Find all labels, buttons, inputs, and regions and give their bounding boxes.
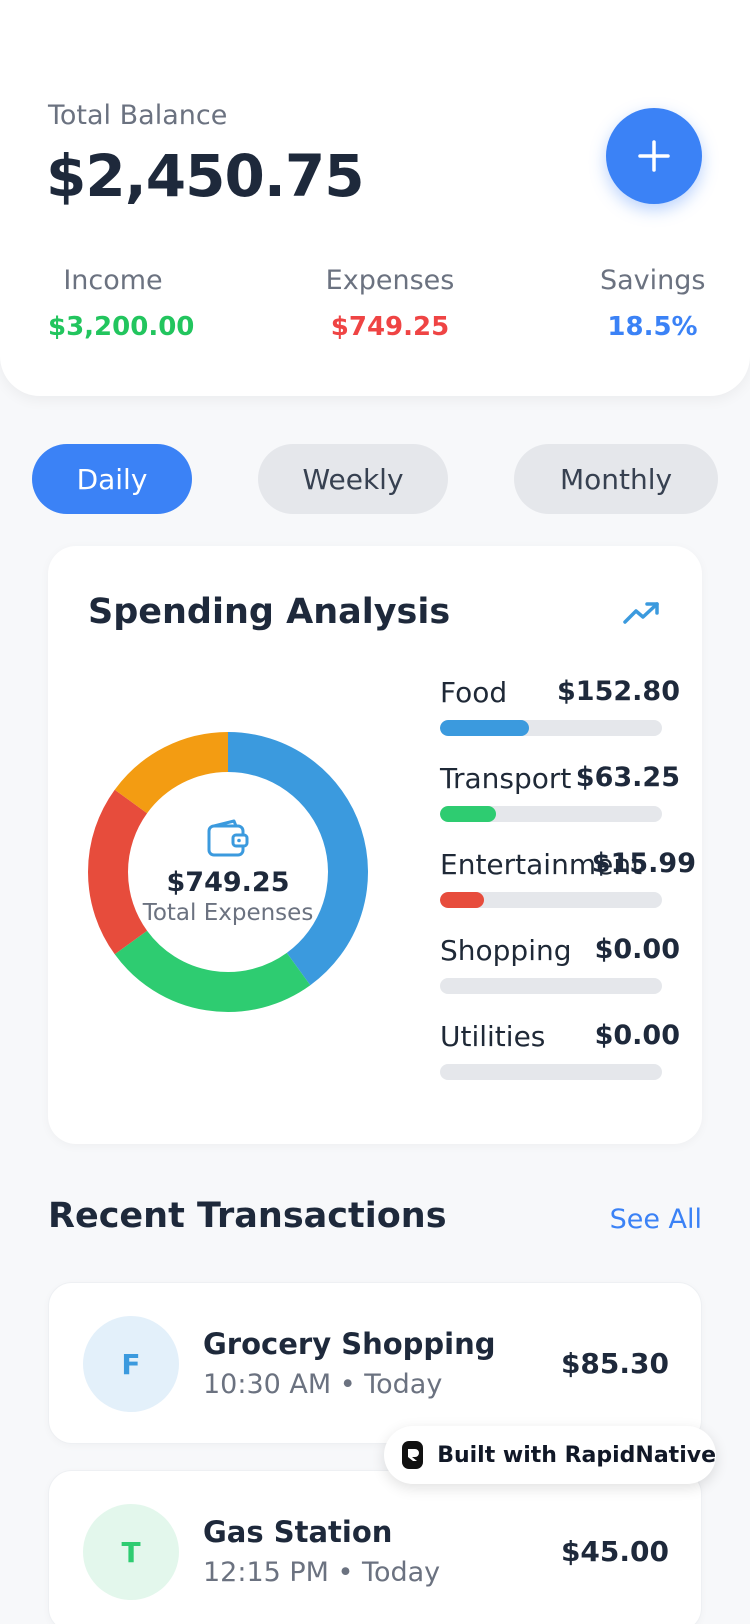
category-progress-fill — [440, 892, 485, 908]
total-expenses-caption: Total Expenses — [142, 899, 314, 926]
plus-icon — [638, 140, 670, 172]
category-list: Food $152.80 Transport $63.25 Entertainm… — [440, 676, 696, 1106]
category-progress-track — [440, 720, 662, 736]
category-row-transport[interactable]: Transport $63.25 — [440, 762, 680, 848]
transaction-item[interactable]: F Grocery Shopping 10:30 AM • Today $85.… — [48, 1282, 702, 1444]
category-progress-track — [440, 1064, 662, 1080]
transaction-avatar: T — [83, 1504, 179, 1600]
transaction-time: 10:30 AM • Today — [203, 1369, 443, 1400]
income-label: Income — [63, 265, 163, 296]
spending-analysis-title: Spending Analysis — [88, 592, 451, 632]
finance-dashboard: Total Balance $2,450.75 Income $3,200.00… — [0, 0, 750, 1624]
category-name: Shopping — [440, 934, 572, 967]
total-balance-label: Total Balance — [48, 100, 228, 131]
category-amount: $0.00 — [594, 934, 680, 965]
rapidnative-logo-icon — [402, 1441, 424, 1469]
category-progress-track — [440, 892, 662, 908]
transaction-item[interactable]: T Gas Station 12:15 PM • Today $45.00 — [48, 1470, 702, 1624]
see-all-link[interactable]: See All — [610, 1204, 702, 1235]
category-progress-fill — [440, 806, 496, 822]
wallet-icon — [207, 819, 249, 856]
tab-daily[interactable]: Daily — [32, 444, 192, 514]
trending-up-icon[interactable] — [622, 598, 662, 628]
category-amount: $0.00 — [594, 1020, 680, 1051]
built-with-text: Built with RapidNative — [437, 1442, 716, 1468]
category-progress-track — [440, 978, 662, 994]
savings-label: Savings — [600, 265, 706, 296]
category-row-utilities[interactable]: Utilities $0.00 — [440, 1020, 680, 1106]
category-name: Transport — [440, 762, 572, 795]
transaction-amount: $45.00 — [560, 1535, 669, 1568]
category-amount: $152.80 — [557, 676, 680, 707]
tab-weekly[interactable]: Weekly — [258, 444, 448, 514]
category-row-shopping[interactable]: Shopping $0.00 — [440, 934, 680, 1020]
savings-stat: Savings 18.5% — [600, 265, 705, 342]
add-transaction-button[interactable] — [606, 108, 702, 204]
category-amount: $63.25 — [575, 762, 680, 793]
transaction-avatar: F — [83, 1316, 179, 1412]
total-balance-value: $2,450.75 — [46, 142, 365, 210]
built-with-badge[interactable]: Built with RapidNative — [384, 1426, 716, 1484]
category-row-food[interactable]: Food $152.80 — [440, 676, 680, 762]
category-amount: $15.99 — [591, 848, 696, 879]
transaction-time: 12:15 PM • Today — [203, 1557, 441, 1588]
category-name: Utilities — [440, 1020, 546, 1053]
donut-center: $749.25 Total Expenses — [86, 730, 370, 1014]
category-name: Food — [440, 676, 508, 709]
recent-transactions-title: Recent Transactions — [48, 1196, 447, 1236]
category-row-entertainment[interactable]: Entertainment $15.99 — [440, 848, 696, 934]
income-stat: Income $3,200.00 — [48, 265, 195, 342]
savings-value: 18.5% — [607, 312, 698, 342]
transaction-name: Gas Station — [203, 1515, 393, 1549]
transaction-name: Grocery Shopping — [203, 1327, 496, 1361]
balance-header: Total Balance $2,450.75 Income $3,200.00… — [0, 0, 750, 396]
income-value: $3,200.00 — [48, 312, 195, 342]
category-progress-fill — [440, 720, 529, 736]
expenses-value: $749.25 — [330, 312, 450, 342]
category-progress-track — [440, 806, 662, 822]
tab-monthly[interactable]: Monthly — [514, 444, 718, 514]
total-expenses-amount: $749.25 — [166, 866, 290, 898]
expenses-label: Expenses — [325, 265, 455, 296]
transaction-amount: $85.30 — [560, 1347, 669, 1380]
expenses-stat: Expenses $749.25 — [320, 265, 460, 342]
spending-analysis-card: Spending Analysis $749.25 Total Expenses… — [48, 546, 702, 1144]
